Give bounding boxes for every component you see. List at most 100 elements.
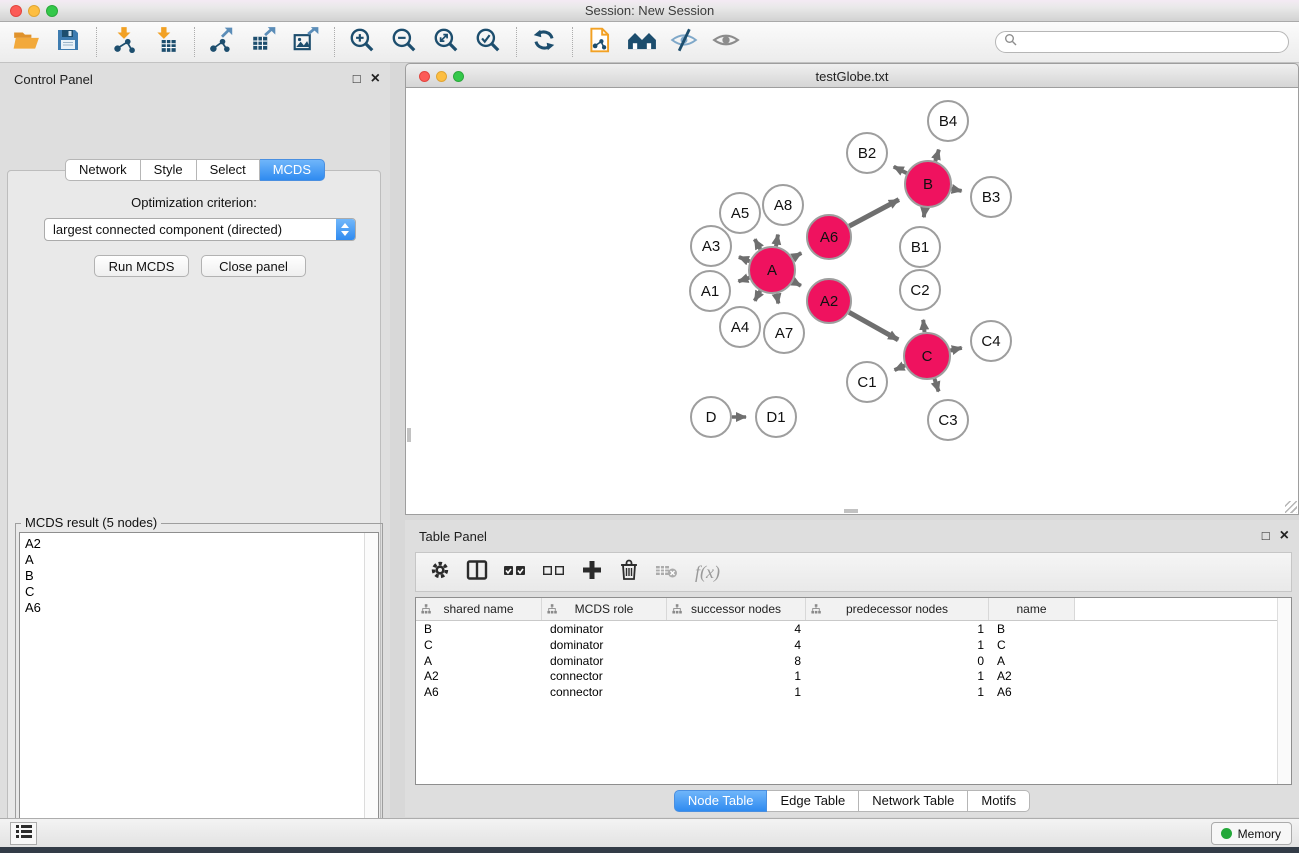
table-row[interactable]: A6connector11A6	[416, 684, 1291, 700]
toolbar-separator	[194, 27, 196, 57]
search-input[interactable]	[995, 31, 1289, 53]
column-header-successor-nodes[interactable]: successor nodes	[667, 598, 806, 620]
graph-edge-B-B1[interactable]	[924, 208, 925, 217]
horizontal-scroll-indicator[interactable]	[844, 509, 858, 513]
tab-mcds[interactable]: MCDS	[260, 159, 325, 181]
eye-slash-icon	[670, 26, 698, 59]
select-all-columns-button[interactable]	[502, 558, 528, 587]
mcds-result-items: A2ABCA6	[20, 536, 378, 616]
cell-shared-name: C	[416, 637, 542, 653]
column-header-name[interactable]: name	[989, 598, 1075, 620]
table-scrollbar[interactable]	[1277, 598, 1291, 784]
result-list-scrollbar[interactable]	[364, 533, 378, 853]
graph-edge-A-A6[interactable]	[793, 253, 802, 258]
graph-edge-A6-B[interactable]	[849, 200, 899, 227]
delete-table-button[interactable]	[654, 558, 680, 587]
graph-edge-C-C4[interactable]	[950, 348, 961, 351]
unselect-all-columns-button[interactable]	[541, 558, 567, 587]
result-item[interactable]: B	[20, 568, 378, 584]
new-network-from-selection-button[interactable]	[584, 26, 616, 58]
import-network-button[interactable]	[108, 26, 140, 58]
network-window-titlebar[interactable]: testGlobe.txt	[405, 63, 1299, 88]
graph-edge-C-C3[interactable]	[935, 379, 939, 392]
tab-edge-table[interactable]: Edge Table	[767, 790, 859, 812]
run-mcds-button[interactable]: Run MCDS	[94, 255, 189, 277]
task-history-button[interactable]	[10, 822, 37, 845]
memory-label: Memory	[1238, 827, 1281, 841]
zoom-fit-button[interactable]	[430, 26, 462, 58]
close-table-panel-icon[interactable]: ×	[1280, 527, 1289, 544]
column-header-mcds-role[interactable]: MCDS role	[542, 598, 667, 620]
delete-column-button[interactable]	[617, 558, 641, 587]
export-network-button[interactable]	[206, 26, 238, 58]
memory-button[interactable]: Memory	[1211, 822, 1292, 845]
houses-icon	[627, 26, 657, 59]
graph-edge-A2-C[interactable]	[849, 312, 898, 340]
graph-edge-B-B4[interactable]	[935, 150, 939, 162]
graph-edge-C-C1[interactable]	[895, 366, 906, 371]
network-graph[interactable]: B4B2BB3A8A5A6A3B1AA1C2A2A4A7C4CC1C3DD1	[406, 88, 1298, 513]
column-header-predecessor-nodes[interactable]: predecessor nodes	[806, 598, 989, 620]
save-session-button[interactable]	[52, 26, 84, 58]
graph-edge-A-A8[interactable]	[776, 235, 778, 247]
close-panel-button[interactable]: Close panel	[201, 255, 306, 277]
result-item[interactable]: A	[20, 552, 378, 568]
hide-graphics-details-button[interactable]	[668, 26, 700, 58]
show-columns-button[interactable]	[465, 558, 489, 587]
zoom-selected-button[interactable]	[472, 26, 504, 58]
open-file-button[interactable]	[10, 26, 42, 58]
plus-icon	[580, 558, 604, 587]
import-table-button[interactable]	[150, 26, 182, 58]
resize-grip-icon[interactable]	[1285, 501, 1297, 513]
graph-node-label: C	[922, 348, 933, 365]
table-row[interactable]: Bdominator41B	[416, 621, 1291, 637]
zoom-selected-icon	[474, 26, 502, 59]
optimization-criterion-select[interactable]: largest connected component (directed)	[44, 218, 356, 241]
table-settings-button[interactable]	[428, 558, 452, 587]
graph-edge-A-A3[interactable]	[739, 257, 750, 261]
export-image-button[interactable]	[290, 26, 322, 58]
tab-select[interactable]: Select	[197, 159, 260, 181]
export-image-icon	[292, 26, 320, 59]
list-icon	[15, 823, 33, 845]
graph-edge-B-B2[interactable]	[894, 167, 907, 174]
export-table-button[interactable]	[248, 26, 280, 58]
graph-edge-C-C2[interactable]	[923, 320, 924, 332]
tab-node-table[interactable]: Node Table	[674, 790, 768, 812]
table-row[interactable]: A2connector11A2	[416, 668, 1291, 684]
result-item[interactable]: C	[20, 584, 378, 600]
home-layout-button[interactable]	[626, 26, 658, 58]
graph-edge-A-A4[interactable]	[755, 291, 761, 301]
window-title: Session: New Session	[0, 3, 1299, 18]
control-panel-tabs: NetworkStyleSelectMCDS	[0, 159, 390, 181]
graph-edge-A-A5[interactable]	[755, 239, 761, 249]
refresh-button[interactable]	[528, 26, 560, 58]
zoom-in-button[interactable]	[346, 26, 378, 58]
cell-shared-name: A6	[416, 684, 542, 700]
table-panel-tabs: Node TableEdge TableNetwork TableMotifs	[405, 790, 1299, 812]
show-graphics-details-button[interactable]	[710, 26, 742, 58]
float-panel-icon[interactable]: □	[353, 71, 361, 86]
tab-style[interactable]: Style	[141, 159, 197, 181]
tab-network[interactable]: Network	[65, 159, 141, 181]
create-column-button[interactable]	[580, 558, 604, 587]
graph-edge-B-B3[interactable]	[952, 189, 962, 191]
tab-network-table[interactable]: Network Table	[859, 790, 968, 812]
table-row[interactable]: Cdominator41C	[416, 637, 1291, 653]
tab-motifs[interactable]: Motifs	[968, 790, 1030, 812]
function-builder-button[interactable]: f(x)	[693, 562, 720, 583]
result-item[interactable]: A6	[20, 600, 378, 616]
zoom-out-icon	[390, 26, 418, 59]
result-item[interactable]: A2	[20, 536, 378, 552]
vertical-scroll-indicator[interactable]	[407, 428, 411, 442]
graph-edge-A-A1[interactable]	[738, 278, 749, 282]
close-panel-icon[interactable]: ×	[371, 70, 380, 87]
table-row[interactable]: Adominator80A	[416, 653, 1291, 669]
main-toolbar	[0, 22, 1299, 63]
float-table-panel-icon[interactable]: □	[1262, 528, 1270, 543]
zoom-out-button[interactable]	[388, 26, 420, 58]
graph-edge-A-A7[interactable]	[777, 294, 779, 304]
column-header-shared-name[interactable]: shared name	[416, 598, 542, 620]
network-canvas[interactable]: B4B2BB3A8A5A6A3B1AA1C2A2A4A7C4CC1C3DD1	[405, 88, 1299, 515]
graph-edge-A-A2[interactable]	[793, 282, 801, 286]
